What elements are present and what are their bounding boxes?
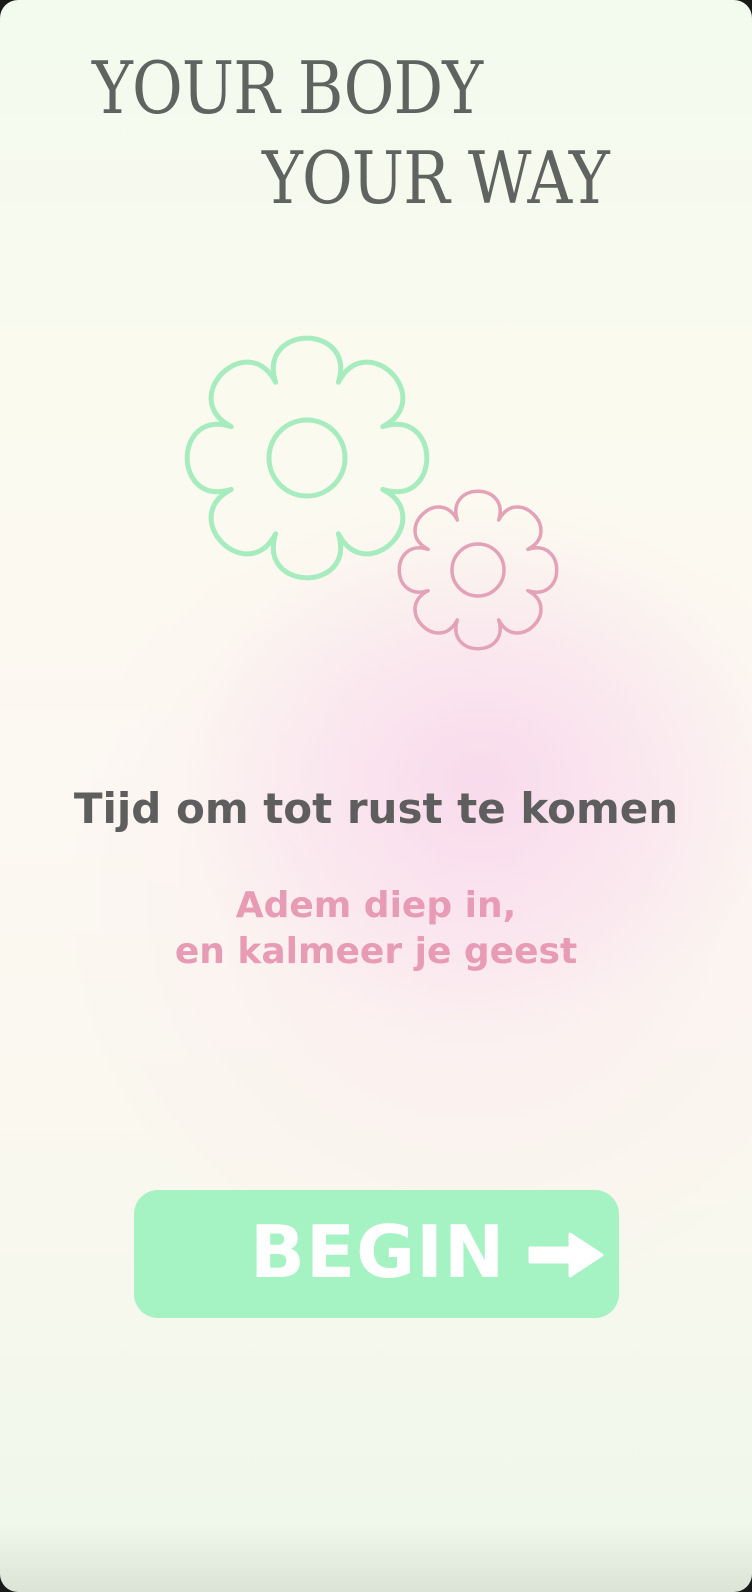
- headline: Tijd om tot rust te komen: [73, 784, 679, 833]
- flowers-icon: [184, 335, 559, 651]
- large-flower-icon: [184, 335, 430, 581]
- small-flower-icon: [397, 489, 559, 651]
- begin-button-label: BEGIN: [250, 1210, 506, 1294]
- title-line-1: YOUR BODY: [92, 46, 483, 130]
- arrow-right-icon: [528, 1232, 604, 1278]
- title-line-2: YOUR WAY: [262, 136, 610, 220]
- subtitle-line-2: en kalmeer je geest: [174, 931, 578, 972]
- bottom-shade: [0, 1522, 752, 1592]
- app-screen: YOUR BODY YOUR WAY Tijd om tot rust te k…: [0, 0, 752, 1592]
- subtitle-line-1: Adem diep in,: [235, 885, 517, 926]
- begin-button[interactable]: BEGIN: [134, 1190, 619, 1318]
